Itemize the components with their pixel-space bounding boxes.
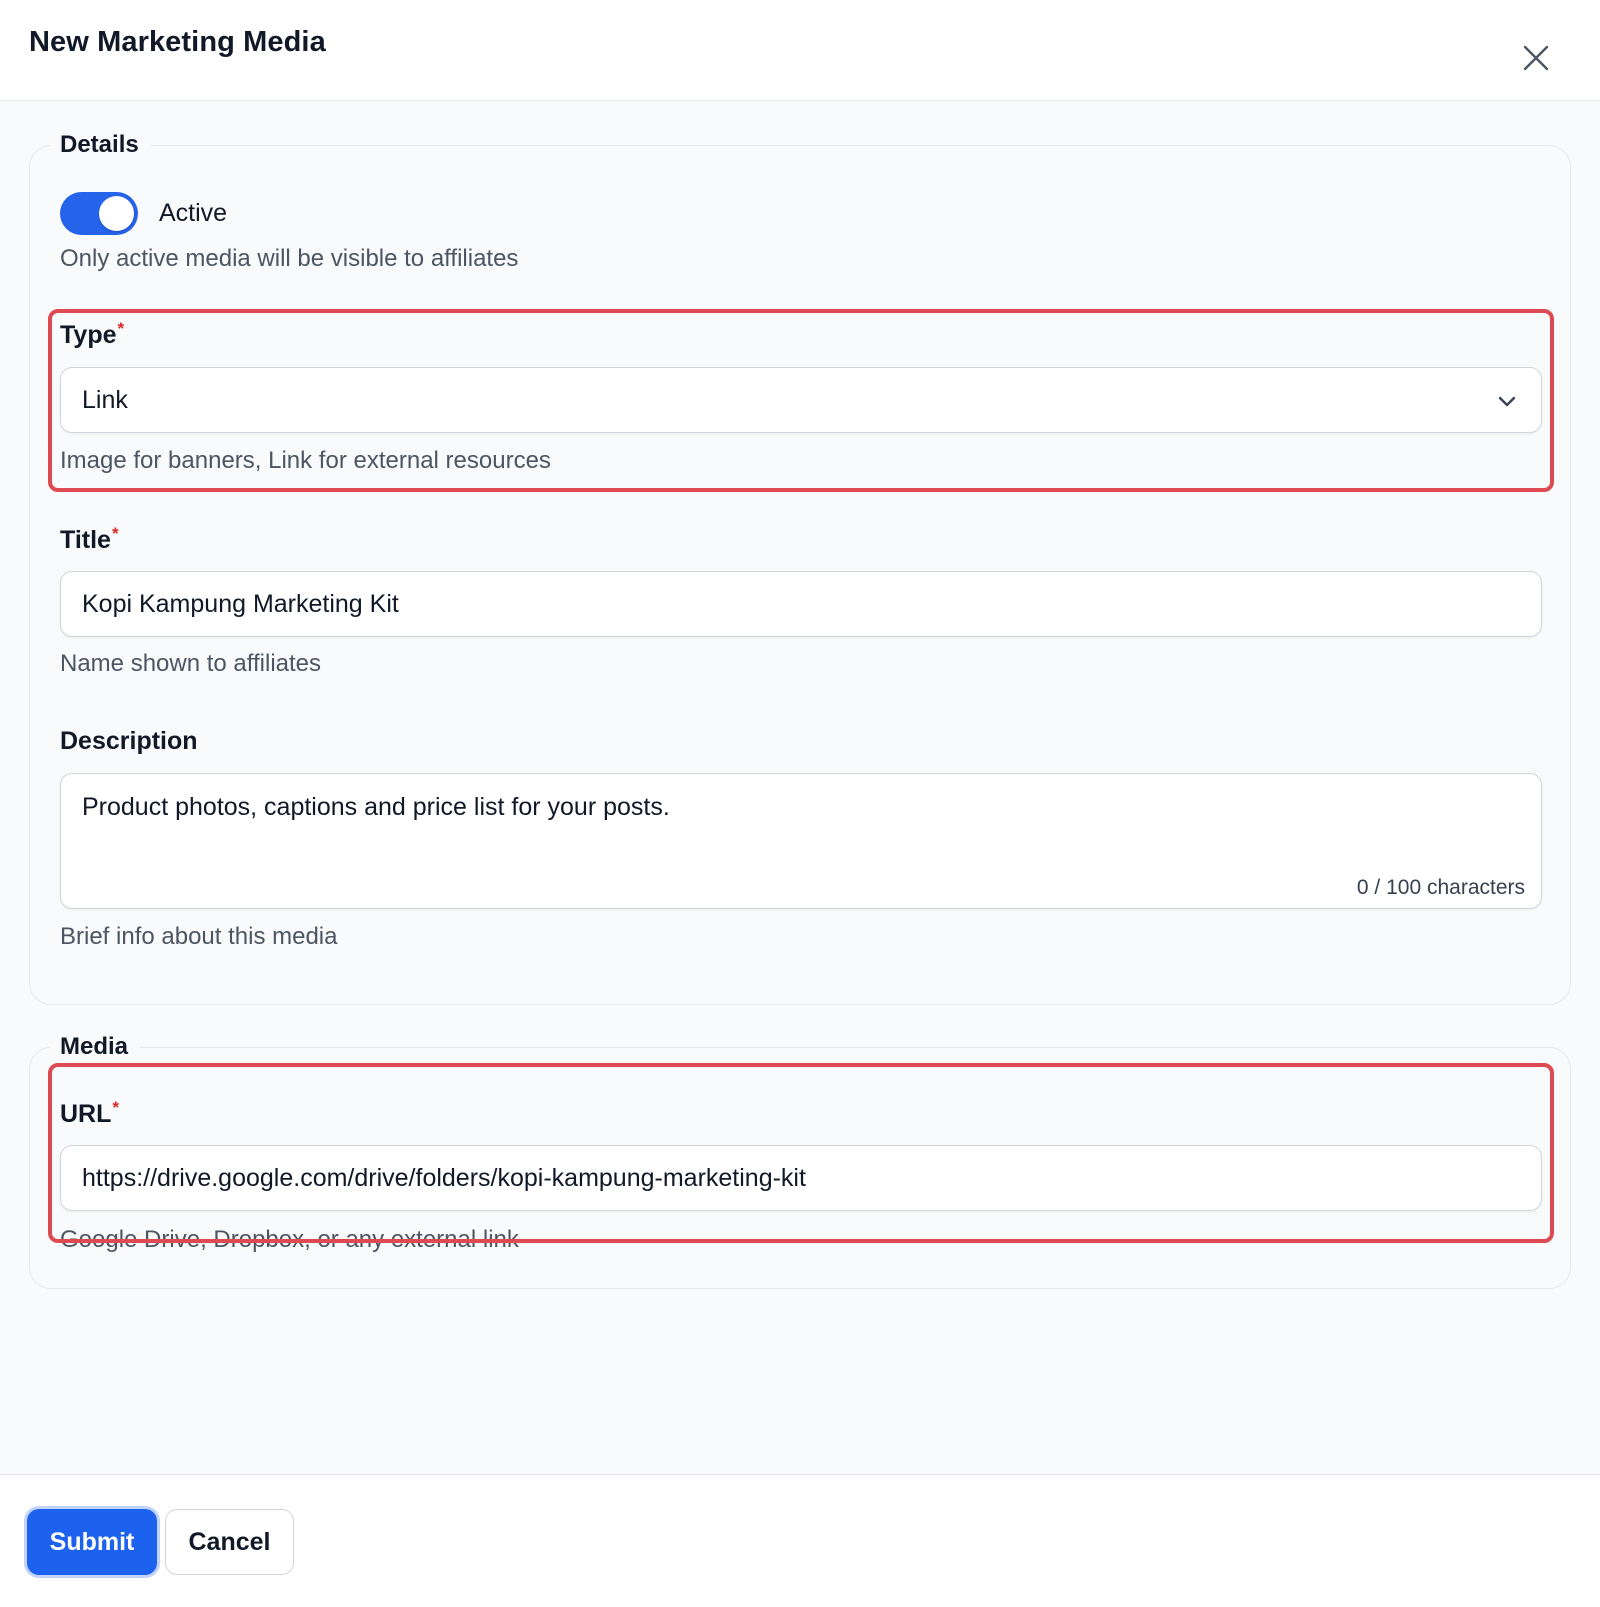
details-legend: Details — [50, 128, 151, 162]
description-label: Description — [60, 727, 198, 755]
dialog-title: New Marketing Media — [29, 26, 326, 58]
type-select[interactable]: Link — [60, 367, 1542, 433]
url-hint: Google Drive, Dropbox, or any external l… — [60, 1226, 519, 1253]
title-label-text: Title — [60, 526, 111, 554]
active-toggle[interactable] — [60, 192, 138, 235]
title-input-value: Kopi Kampung Marketing Kit — [82, 590, 399, 618]
required-marker: * — [111, 524, 119, 543]
dialog-header: New Marketing Media — [0, 0, 1600, 101]
submit-button[interactable]: Submit — [27, 1509, 157, 1575]
url-label-text: URL — [60, 1100, 112, 1128]
dialog-body: Details Active Only active media will be… — [0, 101, 1600, 1474]
media-section: Media URL* https://drive.google.com/driv… — [29, 1030, 1571, 1289]
description-textarea-value: Product photos, captions and price list … — [82, 793, 670, 821]
chevron-down-icon — [1498, 396, 1516, 407]
title-label: Title* — [60, 524, 119, 556]
details-section: Details Active Only active media will be… — [29, 128, 1571, 1005]
cancel-button[interactable]: Cancel — [165, 1509, 294, 1575]
description-textarea[interactable]: Product photos, captions and price list … — [60, 773, 1542, 909]
type-hint: Image for banners, Link for external res… — [60, 447, 551, 474]
dialog-footer: Submit Cancel — [0, 1474, 1600, 1607]
toggle-knob — [99, 196, 134, 231]
character-counter: 0 / 100 characters — [1356, 876, 1525, 899]
close-button[interactable] — [1518, 40, 1554, 76]
required-marker: * — [112, 1098, 120, 1117]
required-marker: * — [117, 319, 125, 338]
type-label: Type* — [60, 319, 124, 351]
url-label: URL* — [60, 1098, 119, 1130]
active-hint: Only active media will be visible to aff… — [60, 245, 519, 272]
url-input[interactable]: https://drive.google.com/drive/folders/k… — [60, 1145, 1542, 1211]
active-label: Active — [159, 199, 228, 227]
close-icon — [1523, 45, 1549, 71]
media-legend: Media — [50, 1030, 141, 1064]
description-hint: Brief info about this media — [60, 923, 338, 950]
type-select-value: Link — [82, 386, 128, 414]
type-label-text: Type — [60, 321, 117, 349]
title-hint: Name shown to affiliates — [60, 650, 322, 677]
new-marketing-media-dialog: New Marketing Media Details Active Only … — [0, 0, 1600, 1607]
title-input[interactable]: Kopi Kampung Marketing Kit — [60, 571, 1542, 637]
url-input-value: https://drive.google.com/drive/folders/k… — [82, 1164, 806, 1192]
